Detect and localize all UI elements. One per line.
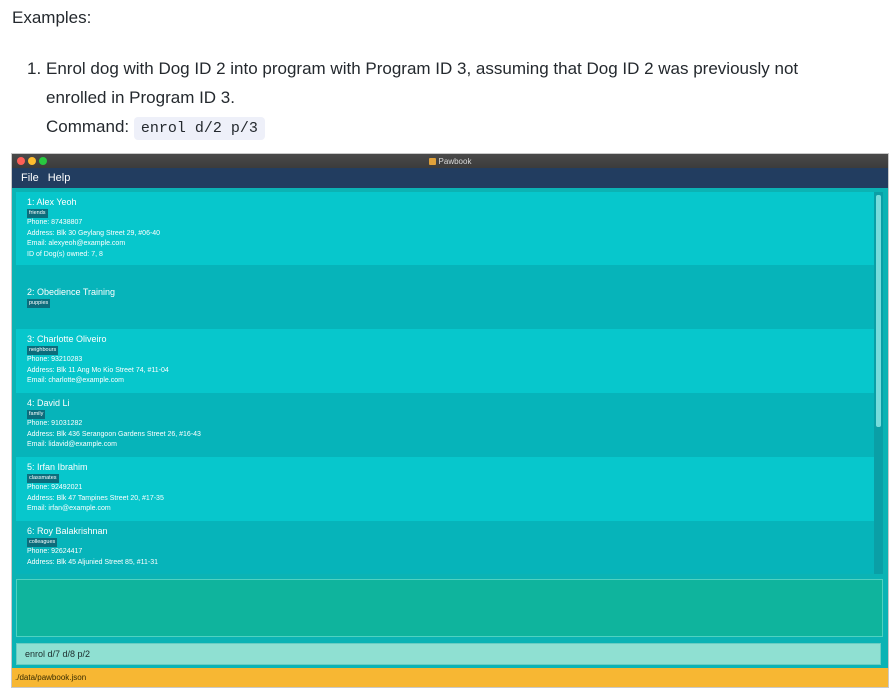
entity-card[interactable]: 2: Obedience Training puppies (16, 265, 874, 329)
menu-file[interactable]: File (21, 172, 39, 184)
entity-card-title: 1: Alex Yeoh (27, 197, 77, 207)
app-window-screenshot: Pawbook File Help 1: Alex Yeoh friends Pho… (12, 154, 888, 687)
entity-card-detail: Phone: 87438807 (27, 219, 83, 226)
example-command-row: Command: enrol d/2 p/3 (46, 112, 889, 143)
entity-card-title: 2: Obedience Training (27, 287, 116, 297)
example-description-line-2: enrolled in Program ID 3. (46, 88, 235, 107)
entity-list-panel: 1: Alex Yeoh friends Phone: 87438807 Addres… (16, 192, 883, 574)
app-icon (428, 157, 436, 165)
window-titlebar: Pawbook (12, 154, 888, 168)
example-description-line-1: Enrol dog with Dog ID 2 into program wit… (46, 59, 799, 78)
entity-card-title: 3: Charlotte Oliveiro (27, 334, 107, 344)
list-item-number: 1. (27, 59, 42, 78)
entity-tag: puppies (27, 299, 51, 308)
entity-card[interactable]: 1: Alex Yeoh friends Phone: 87438807 Addres… (16, 192, 874, 265)
entity-card-detail: Email: lidavid@example.com (27, 441, 117, 448)
entity-tag: neighbours (27, 346, 59, 355)
command-input-box[interactable]: enrol d/7 d/8 p/2 (16, 643, 881, 665)
command-code: enrol d/2 p/3 (133, 117, 265, 140)
entity-card-detail: Address: Blk 436 Serangoon Gardens Stree… (27, 430, 201, 438)
command-input-text[interactable]: enrol d/7 d/8 p/2 (25, 649, 90, 659)
menu-bar: File Help (12, 168, 888, 188)
list-item: 1. Enrol dog with Dog ID 2 into program … (27, 54, 889, 143)
menu-help[interactable]: Help (48, 172, 71, 184)
entity-card-title: 5: Irfan Ibrahim (27, 462, 88, 472)
entity-card-detail: Email: charlotte@example.com (27, 377, 124, 384)
entity-card-detail: Email: irfan@example.com (27, 505, 111, 512)
entity-card-detail: Email: alexyeoh@example.com (27, 240, 126, 247)
entity-card[interactable]: 4: David Li family Phone: 91031282 Address:… (16, 393, 874, 457)
command-label: Command: (46, 117, 130, 136)
window-title: Pawbook (12, 154, 888, 168)
entity-card-detail: Address: Blk 47 Tampines Street 20, #17-… (27, 494, 164, 502)
entity-card-detail: Phone: 92492021 (27, 484, 83, 491)
list-scrollbar-thumb[interactable] (876, 195, 881, 427)
status-bar: ./data/pawbook.json (12, 668, 888, 687)
entity-tag: classmates (27, 474, 59, 483)
list-scrollbar[interactable] (876, 195, 881, 571)
entity-card-detail: ID of Dog(s) owned: 7, 8 (27, 250, 103, 258)
entity-card-detail: Address: Blk 30 Geylang Street 29, #06-4… (27, 229, 161, 237)
entity-card-detail: Phone: 91031282 (27, 420, 83, 427)
entity-tag: friends (27, 209, 48, 218)
entity-card-detail: Address: Blk 45 Aljunied Street 85, #11-… (27, 558, 159, 566)
entity-card[interactable]: 5: Irfan Ibrahim classmates Phone: 9249202… (16, 457, 874, 521)
result-display (16, 579, 883, 637)
entity-card-detail: Phone: 93210283 (27, 356, 83, 363)
entity-card-detail: Address: Blk 11 Ang Mo Kio Street 74, #1… (27, 366, 169, 374)
entity-card-title: 4: David Li (27, 398, 70, 408)
entity-tag: family (27, 410, 46, 419)
entity-card-detail: Phone: 92624417 (27, 548, 83, 555)
entity-tag: colleagues (27, 538, 58, 547)
entity-card[interactable]: 6: Roy Balakrishnan colleagues Phone: 9262… (16, 521, 874, 574)
status-file-path: ./data/pawbook.json (15, 673, 87, 682)
entity-card-title: 6: Roy Balakrishnan (27, 526, 108, 536)
window-title-text: Pawbook (438, 156, 472, 166)
examples-list: 1. Enrol dog with Dog ID 2 into program … (27, 54, 889, 143)
examples-heading: Examples: (12, 8, 92, 27)
entity-card[interactable]: 3: Charlotte Oliveiro neighbours Phone: 93… (16, 329, 874, 393)
